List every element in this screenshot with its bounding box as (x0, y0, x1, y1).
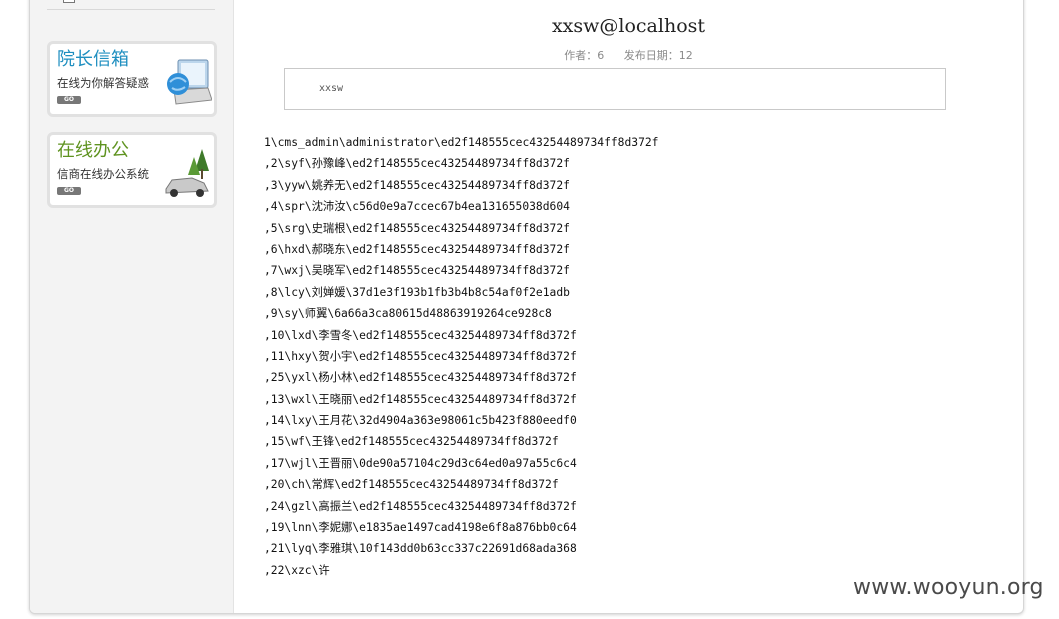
dump-line: ,7\wxj\吴晓军\ed2f148555cec43254489734ff8d3… (264, 264, 570, 278)
laptop-globe-icon (167, 59, 212, 105)
promo-subtitle: 在线为你解答疑惑 (57, 76, 149, 90)
date-label: 发布日期：12 (623, 49, 693, 62)
dump-line: ,11\hxy\贺小宇\ed2f148555cec43254489734ff8d… (264, 349, 577, 363)
dump-line: ,24\gzl\高振兰\ed2f148555cec43254489734ff8d… (264, 499, 577, 513)
dump-line: ,2\syf\孙豫峰\ed2f148555cec43254489734ff8d3… (264, 157, 570, 171)
dump-line: ,5\srg\史瑞根\ed2f148555cec43254489734ff8d3… (264, 221, 570, 235)
main-content: xxsw@localhost 作者：6 发布日期：12 xxsw 1\cms_a… (234, 0, 1023, 613)
promo-title: 院长信箱 (57, 49, 129, 70)
dump-line: ,25\yxl\杨小林\ed2f148555cec43254489734ff8d… (264, 371, 577, 385)
sidebar: 院长信箱 在线为你解答疑惑 GO 在线办公 信商在线办公系统 GO (30, 0, 234, 613)
author-label: 作者：6 (564, 49, 605, 62)
go-button[interactable]: GO (57, 96, 81, 104)
post-summary-text: xxsw (319, 83, 344, 94)
post-meta: 作者：6 发布日期：12 (234, 47, 1023, 63)
dump-line: ,19\lnn\李妮娜\e1835ae1497cad4198e6f8a876bb… (264, 521, 577, 535)
dump-line: ,8\lcy\刘婵媛\37d1e3f193b1fb3b4b8c54af0f2e1… (264, 285, 570, 299)
dump-line: ,17\wjl\王晋丽\0de90a57104c29d3c64ed0a97a55… (264, 456, 577, 470)
dump-line: ,10\lxd\李雪冬\ed2f148555cec43254489734ff8d… (264, 328, 577, 342)
dump-line: ,20\ch\常辉\ed2f148555cec43254489734ff8d37… (264, 478, 559, 492)
dump-line: ,6\hxd\郝晓东\ed2f148555cec43254489734ff8d3… (264, 242, 570, 256)
promo-title: 在线办公 (57, 140, 129, 161)
dump-line: ,21\lyq\李雅琪\10f143dd0b63cc337c22691d68ad… (264, 542, 577, 556)
dump-line: 1\cms_admin\administrator\ed2f148555cec4… (264, 136, 659, 149)
promo-subtitle: 信商在线办公系统 (57, 167, 149, 181)
go-button[interactable]: GO (57, 187, 81, 195)
dump-line: ,13\wxl\王晓丽\ed2f148555cec43254489734ff8d… (264, 392, 577, 406)
dump-line: ,3\yyw\姚养无\ed2f148555cec43254489734ff8d3… (264, 178, 570, 192)
dump-line: ,4\spr\沈沛汝\c56d0e9a7ccec67b4ea131655038d… (264, 200, 570, 214)
credential-dump-text: 1\cms_admin\administrator\ed2f148555cec4… (264, 132, 944, 581)
sidebar-divider (47, 9, 215, 10)
dump-line: ,15\wf\王锋\ed2f148555cec43254489734ff8d37… (264, 435, 559, 449)
watermark: www.wooyun.org (853, 575, 1044, 600)
dump-line: ,14\lxy\王月花\32d4904a363e98061c5b423f880e… (264, 414, 577, 428)
page-frame: 院长信箱 在线为你解答疑惑 GO 在线办公 信商在线办公系统 GO xxsw@l… (29, 0, 1024, 614)
car-trees-icon (165, 149, 209, 197)
promo-president-mailbox[interactable]: 院长信箱 在线为你解答疑惑 GO (47, 41, 217, 117)
promo-online-office[interactable]: 在线办公 信商在线办公系统 GO (47, 132, 217, 208)
post-title: xxsw@localhost (551, 15, 706, 37)
dump-line: ,9\sy\师翼\6a66a3ca80615d48863919264ce928c… (264, 307, 552, 321)
document-icon (63, 0, 75, 3)
dump-line: ,22\xzc\许 (264, 563, 330, 577)
post-summary-box: xxsw (284, 68, 946, 110)
